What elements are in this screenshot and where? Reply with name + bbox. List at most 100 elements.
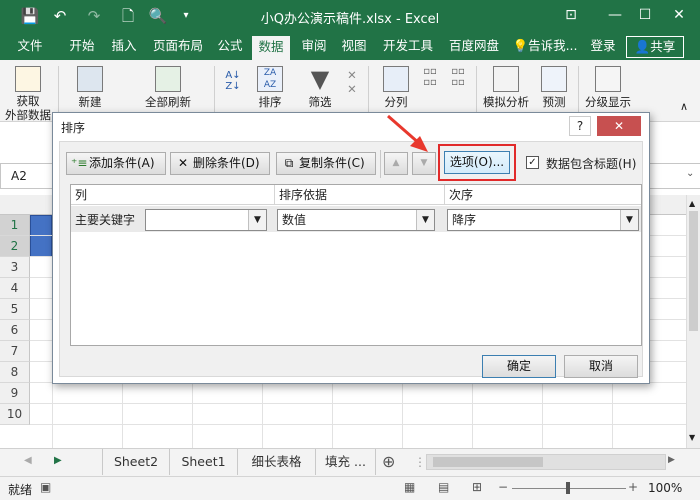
clear-filter-icon[interactable]: ✕ ✕ — [342, 68, 362, 96]
database-icon — [15, 66, 41, 92]
cancel-button[interactable]: 取消 — [564, 355, 638, 378]
row-header[interactable]: 9 — [0, 383, 30, 404]
minimize-button[interactable]: — — [600, 4, 630, 26]
tab-data[interactable]: 数据 — [252, 36, 290, 60]
ok-button[interactable]: 确定 — [482, 355, 556, 378]
data-tools-icons[interactable]: ▫▫ ▫▫ — [418, 66, 442, 88]
tab-file[interactable]: 文件 — [8, 32, 52, 60]
zoom-out-icon[interactable]: − — [498, 480, 508, 494]
dialog-title-bar[interactable]: 排序 ? ✕ — [53, 113, 649, 141]
macro-record-icon[interactable]: ▣ — [40, 480, 51, 494]
text-to-columns-button[interactable]: 分列 — [376, 60, 416, 110]
column-header-order: 次序 — [445, 185, 641, 205]
sheet-tab[interactable]: 细长表格 — [238, 449, 316, 475]
dialog-title: 排序 — [61, 121, 86, 135]
sheet-tab[interactable]: Sheet1 — [170, 449, 238, 475]
name-box[interactable]: A2 — [0, 163, 60, 189]
gridline — [30, 424, 686, 425]
normal-view-icon[interactable]: ▦ — [404, 480, 415, 494]
vertical-scrollbar[interactable]: ▲ ▼ — [686, 195, 700, 448]
filter-icon: ▼ — [310, 65, 330, 93]
prev-sheet-icon[interactable]: ◀ — [24, 455, 32, 466]
copy-condition-button[interactable]: ⧉ 复制条件(C) — [276, 152, 376, 175]
next-sheet-icon[interactable]: ▶ — [54, 455, 62, 466]
zoom-in-icon[interactable]: + — [628, 480, 638, 494]
options-button[interactable]: 选项(O)... — [444, 151, 510, 174]
sort-az-icon[interactable]: A↓ Z↓ — [222, 70, 244, 92]
refresh-icon — [155, 66, 181, 92]
login-link[interactable]: 登录 — [586, 32, 620, 60]
what-if-analysis-button[interactable]: 模拟分析 — [480, 60, 532, 110]
sheet-tab[interactable]: 填充 ... — [316, 449, 376, 475]
zoom-slider-thumb[interactable] — [566, 482, 570, 494]
tab-home[interactable]: 开始 — [62, 32, 102, 60]
dropdown-arrow-icon: ▼ — [416, 210, 434, 230]
row-header[interactable]: 8 — [0, 362, 30, 383]
page-break-view-icon[interactable]: ⊞ — [472, 480, 482, 494]
share-button[interactable]: 👤共享 — [626, 36, 684, 58]
ribbon-tabs: 文件 开始 插入 页面布局 公式 数据 审阅 视图 开发工具 百度网盘 💡告诉我… — [0, 32, 700, 60]
outline-button[interactable]: 分级显示 — [582, 60, 634, 110]
tab-insert[interactable]: 插入 — [104, 32, 144, 60]
add-condition-button[interactable]: ⁺≡ 添加条件(A) — [66, 152, 166, 175]
zoom-level[interactable]: 100% — [648, 481, 682, 495]
columns-icon — [383, 66, 409, 92]
scroll-down-icon[interactable]: ▼ — [689, 433, 695, 442]
delete-condition-button[interactable]: ✕ 删除条件(D) — [170, 152, 270, 175]
window-title: 小Q办公演示稿件.xlsx - Excel — [260, 12, 440, 27]
sort-conditions-list: 列 排序依据 次序 主要关键字 ▼ 数值 ▼ 降序 ▼ — [70, 184, 642, 346]
add-sheet-icon[interactable]: ⊕ — [382, 452, 395, 471]
horizontal-scrollbar[interactable] — [426, 454, 666, 470]
order-combo[interactable]: 降序 ▼ — [447, 209, 639, 231]
scroll-up-icon[interactable]: ▲ — [689, 199, 695, 208]
row-header[interactable]: 6 — [0, 320, 30, 341]
close-window-button[interactable]: ✕ — [664, 4, 694, 26]
row-header[interactable]: 5 — [0, 299, 30, 320]
sort-button[interactable]: ZA AZ 排序 — [250, 60, 290, 110]
sort-dialog: 排序 ? ✕ ⁺≡ 添加条件(A) ✕ 删除条件(D) ⧉ 复制条件(C) ▲ ▼ 选… — [52, 112, 650, 384]
page-layout-view-icon[interactable]: ▤ — [438, 480, 449, 494]
hscroll-thumb[interactable] — [433, 457, 543, 467]
help-button[interactable]: ? — [569, 116, 591, 136]
has-header-checkbox[interactable]: ✓ — [526, 156, 539, 169]
row-header[interactable]: 4 — [0, 278, 30, 299]
ribbon-display-options-icon[interactable]: ⊡ — [556, 4, 586, 26]
tab-view[interactable]: 视图 — [334, 32, 374, 60]
row-header[interactable]: 2 — [0, 236, 30, 257]
tab-splitter-icon[interactable]: ⋮ — [414, 455, 426, 469]
get-external-data-button[interactable]: 获取 外部数据 — [4, 60, 52, 122]
tab-formulas[interactable]: 公式 — [210, 32, 250, 60]
maximize-button[interactable]: ☐ — [630, 4, 660, 26]
new-query-icon — [77, 66, 103, 92]
row-header[interactable]: 10 — [0, 404, 30, 425]
scroll-right-icon[interactable]: ▶ — [668, 455, 675, 465]
copy-icon: ⧉ — [284, 156, 294, 170]
dialog-body: ⁺≡ 添加条件(A) ✕ 删除条件(D) ⧉ 复制条件(C) ▲ ▼ 选项(O)...… — [59, 141, 643, 378]
refresh-all-button[interactable]: 全部刷新 — [140, 60, 196, 110]
tell-me-box[interactable]: 💡告诉我... — [508, 32, 582, 60]
what-if-icon — [493, 66, 519, 92]
scroll-thumb[interactable] — [689, 211, 698, 331]
expand-formula-bar-icon[interactable]: ⌄ — [686, 168, 694, 179]
dialog-close-button[interactable]: ✕ — [597, 116, 641, 136]
sort-icon: ZA AZ — [257, 66, 283, 92]
tab-developer[interactable]: 开发工具 — [376, 32, 440, 60]
tab-baidu-netdisk[interactable]: 百度网盘 — [442, 32, 506, 60]
sort-on-combo[interactable]: 数值 ▼ — [277, 209, 435, 231]
collapse-ribbon-icon[interactable]: ∧ — [674, 100, 694, 113]
primary-key-combo[interactable]: ▼ — [145, 209, 267, 231]
tab-review[interactable]: 审阅 — [294, 32, 334, 60]
column-header-sort-on: 排序依据 — [275, 185, 445, 205]
selected-range[interactable] — [30, 215, 52, 257]
sheet-tab[interactable]: Sheet2 — [102, 449, 170, 475]
tab-page-layout[interactable]: 页面布局 — [148, 32, 208, 60]
lightbulb-icon: 💡 — [512, 38, 529, 53]
forecast-button[interactable]: 预测 — [534, 60, 574, 110]
filter-button[interactable]: ▼ 筛选 — [300, 60, 340, 110]
new-query-button[interactable]: 新建 — [66, 60, 114, 110]
row-header[interactable]: 3 — [0, 257, 30, 278]
row-header[interactable]: 7 — [0, 341, 30, 362]
consolidate-icons[interactable]: ▫▫ ▫▫ — [446, 66, 470, 88]
row-header[interactable]: 1 — [0, 215, 30, 236]
has-header-label[interactable]: 数据包含标题(H) — [546, 155, 636, 172]
